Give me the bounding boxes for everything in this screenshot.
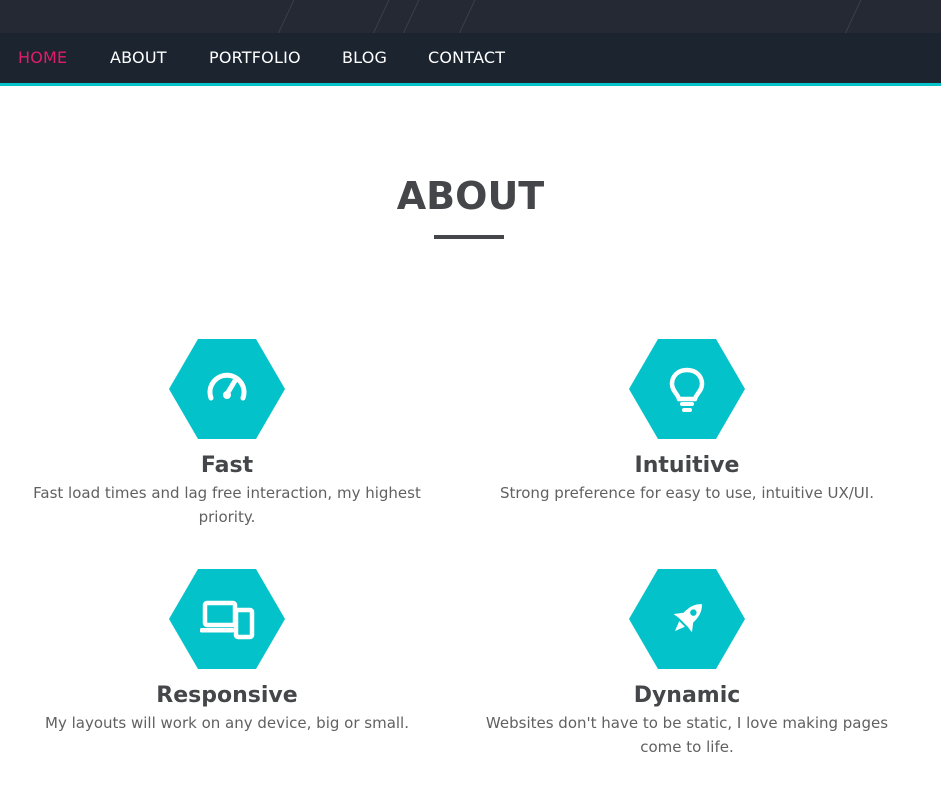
hexagon-badge <box>169 339 285 439</box>
decorative-slash <box>370 0 391 33</box>
decorative-slash <box>400 0 421 33</box>
nav-portfolio[interactable]: PORTFOLIO <box>209 48 301 67</box>
decorative-slash <box>456 0 477 33</box>
top-banner-strip <box>0 0 941 33</box>
feature-description: Strong preference for easy to use, intui… <box>500 484 874 502</box>
main-navbar: HOME ABOUT PORTFOLIO BLOG CONTACT <box>0 33 941 86</box>
decorative-slash <box>842 0 863 33</box>
feature-title: Intuitive <box>634 453 740 478</box>
feature-responsive: Responsive My layouts will work on any d… <box>17 569 437 735</box>
nav-home[interactable]: HOME <box>18 48 67 67</box>
feature-description: Fast load times and lag free interaction… <box>33 484 421 526</box>
rocket-icon <box>673 604 702 633</box>
feature-description: Websites don't have to be static, I love… <box>485 714 889 756</box>
nav-blog[interactable]: BLOG <box>342 48 387 67</box>
feature-title: Fast <box>200 453 254 478</box>
feature-description: My layouts will work on any device, big … <box>45 714 409 732</box>
hexagon-badge <box>169 569 285 669</box>
section-title: ABOUT <box>396 174 545 218</box>
devices-icon <box>200 600 255 640</box>
hexagon-badge <box>629 339 745 439</box>
feature-title: Responsive <box>156 683 298 708</box>
lightbulb-icon <box>669 367 705 412</box>
feature-title: Dynamic <box>633 683 741 708</box>
feature-dynamic: Dynamic Websites don't have to be static… <box>477 569 897 759</box>
nav-contact[interactable]: CONTACT <box>428 48 505 67</box>
feature-fast: Fast Fast load times and lag free intera… <box>17 339 437 529</box>
decorative-slash <box>275 0 296 33</box>
hexagon-badge <box>629 569 745 669</box>
nav-about[interactable]: ABOUT <box>110 48 167 67</box>
feature-intuitive: Intuitive Strong preference for easy to … <box>477 339 897 505</box>
title-underline <box>434 235 504 239</box>
speedometer-icon <box>207 372 247 401</box>
